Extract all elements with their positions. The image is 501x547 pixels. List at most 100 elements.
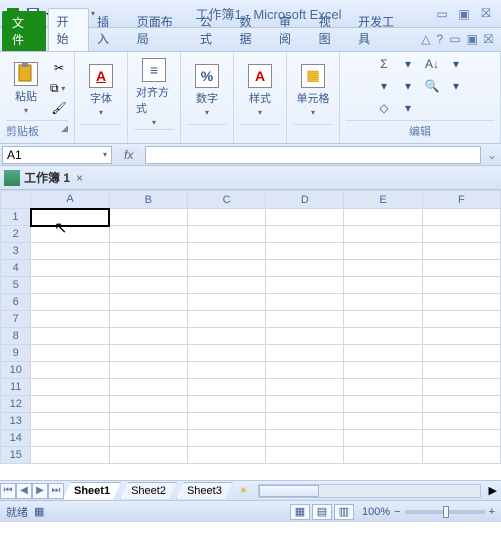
cut-icon[interactable]: ✂ [50, 59, 68, 77]
cell[interactable] [109, 328, 187, 345]
cell[interactable] [344, 209, 422, 226]
cell[interactable] [187, 413, 265, 430]
horizontal-scrollbar[interactable] [258, 484, 480, 498]
cell[interactable] [266, 311, 344, 328]
cell[interactable] [187, 260, 265, 277]
styles-button[interactable]: A 样式▾ [240, 62, 280, 119]
cell[interactable] [31, 430, 109, 447]
row-header[interactable]: 14 [1, 430, 31, 447]
cell[interactable] [344, 226, 422, 243]
doc-restore-icon[interactable]: ▣ [467, 32, 478, 47]
doc-minimize-icon[interactable]: ▭ [449, 32, 460, 47]
cell[interactable] [266, 345, 344, 362]
sort-filter-icon[interactable]: A↓ [422, 56, 442, 72]
autosum-icon[interactable]: Σ [374, 56, 394, 72]
cell[interactable] [187, 379, 265, 396]
select-all-corner[interactable] [1, 191, 31, 209]
cell[interactable] [422, 447, 500, 464]
cell[interactable] [266, 379, 344, 396]
zoom-slider[interactable] [405, 510, 485, 514]
cell[interactable] [422, 328, 500, 345]
minimize-icon[interactable]: ▭ [435, 7, 449, 21]
tab-data[interactable]: 数据 [231, 9, 271, 51]
cell[interactable] [266, 396, 344, 413]
cell[interactable] [109, 379, 187, 396]
cell[interactable] [266, 243, 344, 260]
col-header[interactable]: C [187, 191, 265, 209]
cell[interactable] [187, 362, 265, 379]
tab-home[interactable]: 开始 [48, 8, 90, 51]
workbook-close-icon[interactable]: × [76, 171, 83, 185]
cell[interactable] [109, 260, 187, 277]
cell[interactable] [109, 311, 187, 328]
new-sheet-icon[interactable]: ✴ [233, 484, 254, 497]
tab-developer[interactable]: 开发工具 [350, 9, 413, 51]
cell[interactable] [109, 396, 187, 413]
doc-close-icon[interactable]: ⛝ [484, 32, 493, 47]
name-box[interactable]: A1 ▾ [2, 146, 112, 164]
row-header[interactable]: 9 [1, 345, 31, 362]
cell[interactable] [31, 379, 109, 396]
cell[interactable] [422, 260, 500, 277]
font-button[interactable]: A 字体▾ [81, 62, 121, 119]
col-header[interactable]: F [422, 191, 500, 209]
cell[interactable] [344, 362, 422, 379]
cell[interactable] [266, 209, 344, 226]
cell[interactable] [344, 311, 422, 328]
cell[interactable] [266, 430, 344, 447]
cell[interactable] [344, 260, 422, 277]
cell[interactable] [266, 277, 344, 294]
cell[interactable] [187, 277, 265, 294]
cell[interactable] [31, 345, 109, 362]
spreadsheet-grid[interactable]: A B C D E F 1 2 3 4 5 6 7 8 9 10 11 12 1… [0, 190, 501, 480]
sheet-tab[interactable]: Sheet3 [176, 482, 233, 499]
cell[interactable] [422, 379, 500, 396]
cell[interactable] [422, 277, 500, 294]
tab-file[interactable]: 文件 [2, 11, 46, 51]
copy-icon[interactable]: ⧉▾ [50, 79, 68, 97]
sheet-tab[interactable]: Sheet1 [63, 482, 121, 500]
row-header[interactable]: 5 [1, 277, 31, 294]
tab-view[interactable]: 视图 [311, 9, 351, 51]
cell[interactable] [422, 209, 500, 226]
row-header[interactable]: 12 [1, 396, 31, 413]
cell[interactable] [31, 243, 109, 260]
cell[interactable] [344, 277, 422, 294]
cell[interactable] [187, 243, 265, 260]
zoom-in-icon[interactable]: + [489, 506, 495, 518]
col-header[interactable]: E [344, 191, 422, 209]
tab-insert[interactable]: 插入 [89, 9, 129, 51]
cell[interactable] [422, 396, 500, 413]
cell[interactable] [266, 260, 344, 277]
row-header[interactable]: 3 [1, 243, 31, 260]
minimize-ribbon-icon[interactable]: △ [421, 32, 430, 47]
cell[interactable] [31, 260, 109, 277]
scroll-thumb[interactable] [259, 485, 319, 497]
fill-icon[interactable]: ▾ [374, 78, 394, 94]
sheet-nav-next-icon[interactable]: ▶ [32, 483, 48, 499]
cell[interactable] [31, 277, 109, 294]
formula-input[interactable] [145, 146, 481, 164]
sheet-nav-prev-icon[interactable]: ◀ [16, 483, 32, 499]
row-header[interactable]: 2 [1, 226, 31, 243]
cell[interactable] [422, 294, 500, 311]
cell[interactable] [266, 447, 344, 464]
cell[interactable] [187, 396, 265, 413]
cell[interactable] [109, 430, 187, 447]
row-header[interactable]: 15 [1, 447, 31, 464]
cell[interactable] [187, 209, 265, 226]
find-select-icon[interactable]: 🔍 [422, 78, 442, 94]
cell[interactable] [266, 413, 344, 430]
alignment-button[interactable]: ≡ 对齐方式▾ [134, 56, 174, 129]
cell[interactable] [31, 311, 109, 328]
cell[interactable] [266, 362, 344, 379]
zoom-level[interactable]: 100% [362, 506, 390, 518]
zoom-thumb[interactable] [443, 506, 449, 518]
row-header[interactable]: 7 [1, 311, 31, 328]
tab-formulas[interactable]: 公式 [192, 9, 232, 51]
cell[interactable] [344, 345, 422, 362]
cell[interactable] [187, 294, 265, 311]
cell[interactable] [422, 345, 500, 362]
cell[interactable] [344, 430, 422, 447]
sheet-tab[interactable]: Sheet2 [120, 482, 177, 499]
